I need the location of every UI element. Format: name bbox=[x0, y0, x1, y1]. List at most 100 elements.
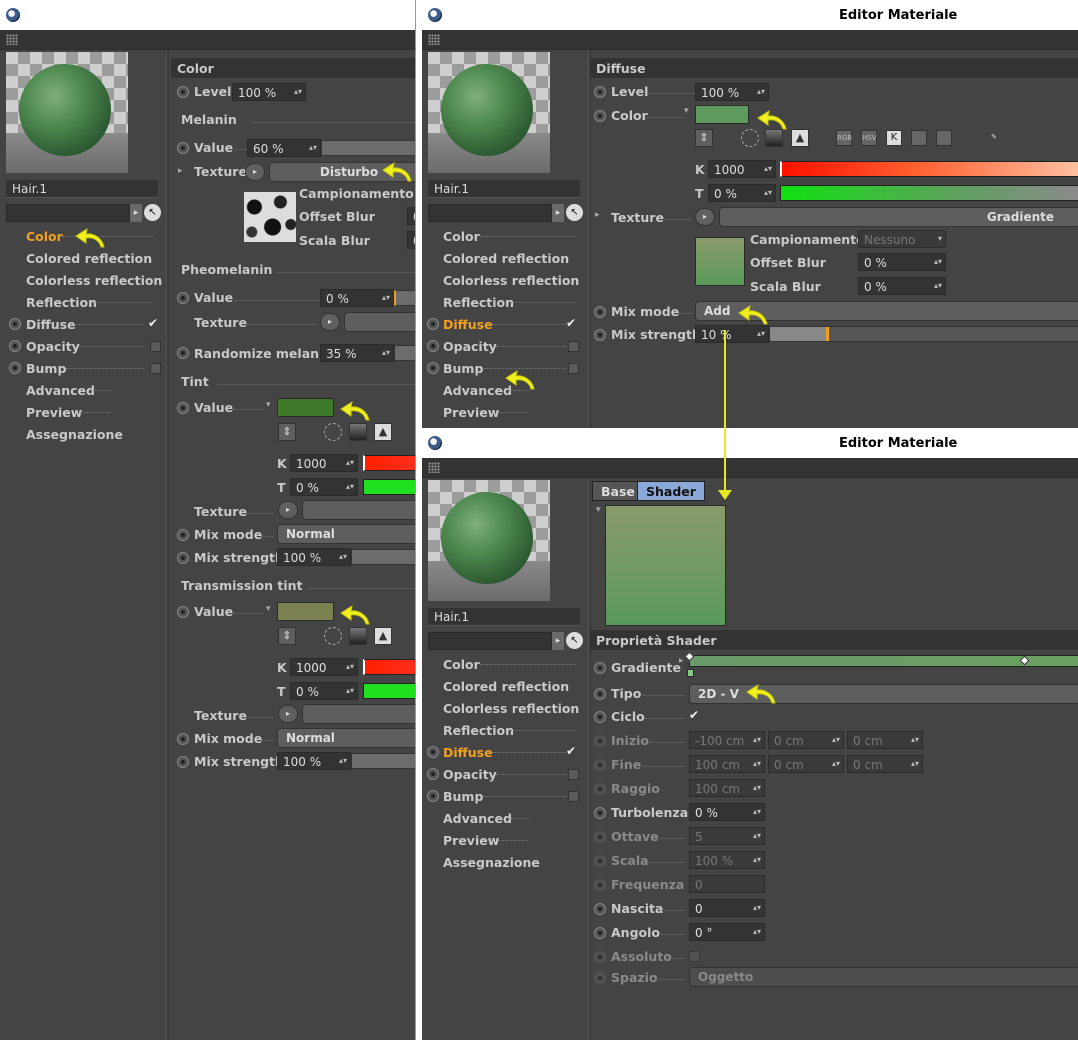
melanin-texture-menu-button[interactable]: ▸ bbox=[245, 163, 265, 181]
diffuse-radio[interactable] bbox=[427, 318, 439, 330]
nascita-field[interactable]: 0 ▴▾ bbox=[689, 899, 765, 917]
melanin-value-radio[interactable] bbox=[177, 142, 189, 154]
nav-item-bump[interactable]: Bump bbox=[422, 787, 588, 807]
pick-cursor-icon[interactable]: ↖ bbox=[566, 632, 583, 649]
pheomelanin-texture-button[interactable] bbox=[344, 312, 415, 332]
diffuse-scala-blur-field[interactable]: 0 % ▴▾ bbox=[858, 277, 946, 295]
transmission-k-slider[interactable] bbox=[363, 659, 415, 675]
nav-item-diffuse[interactable]: Diffuse ✔ bbox=[0, 315, 166, 335]
nav-item-colored-reflection[interactable]: Colored reflection bbox=[422, 677, 588, 697]
inizio-y-field[interactable]: 0 cm ▴▾ bbox=[768, 731, 844, 749]
material-preview[interactable] bbox=[428, 480, 550, 601]
transmission-color-dropdown-icon[interactable]: ▾ bbox=[266, 604, 271, 614]
fine-y-field[interactable]: 0 cm ▴▾ bbox=[768, 755, 844, 773]
tint-t-field[interactable]: 0 % ▴▾ bbox=[290, 478, 358, 496]
nascita-radio[interactable] bbox=[594, 903, 606, 915]
bump-checkbox[interactable] bbox=[150, 363, 161, 374]
transmission-mix-mode-radio[interactable] bbox=[177, 733, 189, 745]
diffuse-mix-mode-radio[interactable] bbox=[594, 306, 606, 318]
ciclo-radio[interactable] bbox=[594, 711, 606, 723]
diffuse-texture-menu-button[interactable]: ▸ bbox=[695, 208, 715, 226]
spazio-dropdown[interactable]: Oggetto bbox=[689, 967, 1078, 987]
diffuse-level-radio[interactable] bbox=[594, 86, 606, 98]
angolo-field[interactable]: 0 ° ▴▾ bbox=[689, 923, 765, 941]
offset-blur-field-clipped[interactable]: 0 bbox=[407, 207, 415, 225]
eyedropper-icon[interactable]: ✎ bbox=[986, 130, 1002, 146]
pick-cursor-icon[interactable]: ↖ bbox=[144, 204, 161, 221]
noise-texture-thumbnail[interactable] bbox=[244, 192, 296, 242]
pheomelanin-value-field[interactable]: 0 % ▴▾ bbox=[320, 289, 394, 307]
scala-radio[interactable] bbox=[594, 855, 606, 867]
nav-item-color[interactable]: Color bbox=[422, 227, 588, 247]
assoluto-radio[interactable] bbox=[594, 951, 606, 963]
nav-item-assegnazione[interactable]: Assegnazione bbox=[0, 425, 166, 445]
diffuse-campionamento-dropdown[interactable]: Nessuno ▾ bbox=[858, 230, 946, 248]
mixer-icon[interactable] bbox=[911, 130, 927, 146]
search-arrow-icon[interactable]: ▸ bbox=[552, 632, 564, 650]
arrow-up-down-icon[interactable]: ⇕ bbox=[695, 129, 713, 147]
diffuse-level-field[interactable]: 100 % ▴▾ bbox=[695, 83, 769, 101]
nav-item-reflection[interactable]: Reflection bbox=[422, 721, 588, 741]
preview-expand-icon[interactable]: ▾ bbox=[596, 505, 601, 515]
opacity-radio[interactable] bbox=[9, 340, 21, 352]
diffuse-t-slider[interactable] bbox=[780, 185, 1078, 201]
panel-grip[interactable] bbox=[0, 30, 415, 50]
nav-item-advanced[interactable]: Advanced bbox=[422, 809, 588, 829]
nav-item-reflection[interactable]: Reflection bbox=[0, 293, 166, 313]
bump-checkbox[interactable] bbox=[568, 791, 579, 802]
transmission-mix-strength-field[interactable]: 100 % ▴▾ bbox=[277, 752, 351, 770]
tint-value-radio[interactable] bbox=[177, 402, 189, 414]
search-field[interactable] bbox=[428, 204, 552, 222]
nav-item-advanced[interactable]: Advanced bbox=[422, 381, 588, 401]
diffuse-color-radio[interactable] bbox=[594, 110, 606, 122]
assoluto-checkbox[interactable] bbox=[689, 951, 700, 962]
nav-item-color[interactable]: Color bbox=[422, 655, 588, 675]
fine-z-field[interactable]: 0 cm ▴▾ bbox=[847, 755, 923, 773]
diffuse-mix-strength-radio[interactable] bbox=[594, 329, 606, 341]
opacity-checkbox[interactable] bbox=[150, 341, 161, 352]
tint-k-field[interactable]: 1000 ▴▾ bbox=[290, 454, 358, 472]
transmission-t-slider[interactable] bbox=[363, 683, 415, 699]
opacity-checkbox[interactable] bbox=[568, 341, 579, 352]
diffuse-texture-button[interactable]: Gradiente bbox=[719, 207, 1078, 227]
transmission-texture-button[interactable] bbox=[302, 704, 415, 724]
tint-texture-menu-button[interactable]: ▸ bbox=[278, 501, 298, 519]
arrow-up-down-icon[interactable]: ⇕ bbox=[278, 627, 296, 645]
diffuse-offset-blur-field[interactable]: 0 % ▴▾ bbox=[858, 253, 946, 271]
frequenza-field[interactable]: 0 bbox=[689, 875, 765, 893]
tint-color-dropdown-icon[interactable]: ▾ bbox=[266, 400, 271, 410]
tint-mix-strength-field[interactable]: 100 % ▴▾ bbox=[277, 548, 351, 566]
diffuse-texture-expand-icon[interactable]: ▸ bbox=[595, 210, 600, 220]
nav-item-colored-reflection[interactable]: Colored reflection bbox=[422, 249, 588, 269]
pheomelanin-value-radio[interactable] bbox=[177, 292, 189, 304]
turbolenza-radio[interactable] bbox=[594, 807, 606, 819]
turbolenza-field[interactable]: 0 % ▴▾ bbox=[689, 803, 765, 821]
nav-item-colored-reflection[interactable]: Colored reflection bbox=[0, 249, 166, 269]
nav-item-opacity[interactable]: Opacity bbox=[422, 765, 588, 785]
search-arrow-icon[interactable]: ▸ bbox=[130, 204, 142, 222]
angolo-radio[interactable] bbox=[594, 927, 606, 939]
material-preview[interactable] bbox=[428, 52, 550, 173]
bump-radio[interactable] bbox=[427, 790, 439, 802]
raggio-radio[interactable] bbox=[594, 783, 606, 795]
diffuse-mix-strength-slider[interactable] bbox=[769, 326, 1078, 342]
spectrum-icon[interactable] bbox=[765, 129, 783, 147]
diffuse-k-field[interactable]: 1000 ▴▾ bbox=[708, 160, 776, 178]
level-field[interactable]: 100 % ▴▾ bbox=[232, 83, 306, 101]
opacity-radio[interactable] bbox=[427, 340, 439, 352]
tint-texture-button[interactable] bbox=[302, 500, 415, 520]
kelvin-mode-button[interactable]: K bbox=[886, 130, 902, 146]
nav-item-advanced[interactable]: Advanced bbox=[0, 381, 166, 401]
shader-preview[interactable] bbox=[605, 505, 726, 626]
tab-shader[interactable]: Shader bbox=[637, 481, 705, 501]
pheomelanin-slider[interactable] bbox=[394, 290, 415, 306]
image-picker-icon[interactable]: ▲ bbox=[374, 627, 392, 645]
nav-item-preview[interactable]: Preview bbox=[422, 403, 588, 423]
color-wheel-icon[interactable] bbox=[741, 129, 759, 147]
bump-checkbox[interactable] bbox=[568, 363, 579, 374]
tipo-radio[interactable] bbox=[594, 688, 606, 700]
transmission-texture-menu-button[interactable]: ▸ bbox=[278, 705, 298, 723]
raggio-field[interactable]: 100 cm ▴▾ bbox=[689, 779, 765, 797]
fine-radio[interactable] bbox=[594, 759, 606, 771]
color-wheel-icon[interactable] bbox=[324, 627, 342, 645]
